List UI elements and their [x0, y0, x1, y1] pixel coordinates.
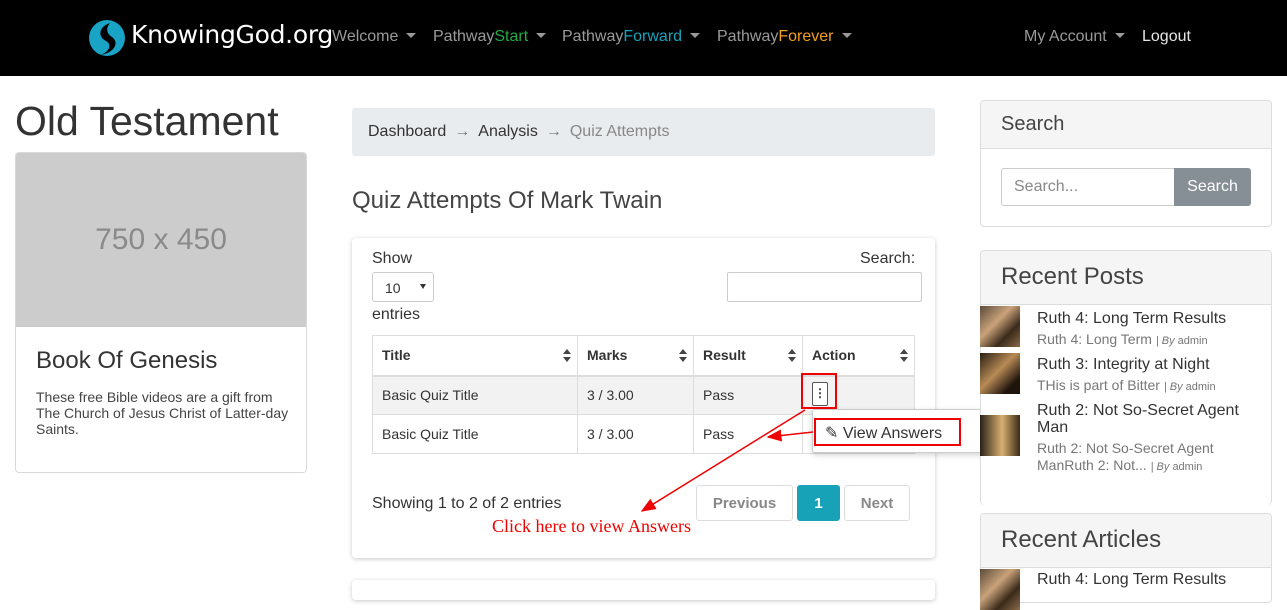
post-thumbnail[interactable] [980, 353, 1020, 394]
column-header-marks[interactable]: Marks [577, 335, 694, 377]
chevron-down-icon [841, 32, 852, 38]
post-meta: Ruth 2: Not So-Secret Agent [1037, 440, 1214, 456]
article-title[interactable]: Ruth 4: Long Term Results [1037, 571, 1226, 589]
quiz-attempts-panel: Show 10 entries Search: Title Marks Resu… [352, 238, 935, 558]
nav-welcome[interactable]: Welcome [332, 28, 417, 46]
logo-text[interactable]: KnowingGod.org [131, 20, 333, 49]
secondary-panel [352, 580, 935, 600]
breadcrumb-active: Quiz Attempts [569, 123, 670, 140]
post-meta: ManRuth 2: Not... | By admin [1037, 457, 1203, 473]
logo-icon[interactable] [88, 19, 126, 57]
post-title[interactable]: Ruth 4: Long Term Results [1037, 310, 1226, 328]
card-title[interactable]: Book Of Genesis [36, 347, 217, 375]
top-navbar: KnowingGod.org Welcome PathwayStart Path… [0, 0, 1287, 76]
sort-icon [563, 349, 571, 363]
nav-pathway-start[interactable]: PathwayStart [433, 28, 547, 46]
nav-my-account[interactable]: My Account [1024, 28, 1125, 46]
search-widget-title: Search [981, 101, 1271, 149]
chevron-down-icon [690, 32, 701, 38]
breadcrumb-dashboard[interactable]: Dashboard [368, 123, 446, 140]
column-header-action[interactable]: Action [802, 335, 915, 377]
section-title: Quiz Attempts Of Mark Twain [352, 187, 663, 214]
column-header-title[interactable]: Title [372, 335, 578, 377]
search-widget: Search [980, 100, 1272, 227]
column-header-result[interactable]: Result [693, 335, 803, 377]
post-meta: Ruth 4: Long Term | By admin [1037, 331, 1208, 347]
cell-result: Pass [693, 414, 803, 454]
image-placeholder: 750 x 450 [16, 153, 306, 327]
sort-icon [788, 349, 796, 363]
article-thumbnail[interactable] [980, 569, 1020, 610]
highlight-box [801, 373, 837, 409]
post-thumbnail[interactable] [980, 415, 1020, 456]
recent-articles-widget: Recent Articles [980, 513, 1272, 603]
nav-pathway-forever[interactable]: PathwayForever [717, 28, 852, 46]
table-search-input[interactable] [727, 272, 922, 302]
view-answers-menu-item[interactable]: ✎ View Answers [814, 418, 961, 446]
cell-marks: 3 / 3.00 [577, 375, 694, 415]
nav-pathway-forward[interactable]: PathwayForward [562, 28, 701, 46]
post-title-continued[interactable]: Man [1037, 419, 1068, 437]
post-title[interactable]: Ruth 2: Not So-Secret Agent [1037, 402, 1239, 420]
next-button[interactable]: Next [844, 485, 910, 521]
cell-title: Basic Quiz Title [372, 414, 578, 454]
breadcrumb: Dashboard → Analysis → Quiz Attempts [352, 108, 935, 156]
page-1-button[interactable]: 1 [797, 485, 840, 521]
nav-logout[interactable]: Logout [1142, 28, 1191, 46]
breadcrumb-separator: → [454, 123, 471, 140]
cell-marks: 3 / 3.00 [577, 414, 694, 454]
show-label: Show [372, 250, 413, 267]
chevron-down-icon [536, 32, 547, 38]
chevron-down-icon [406, 32, 417, 38]
recent-articles-title: Recent Articles [981, 514, 1271, 568]
previous-button[interactable]: Previous [696, 485, 793, 521]
breadcrumb-separator: → [545, 123, 562, 140]
sidebar-search-input[interactable]: Search... [1001, 168, 1175, 206]
pencil-icon: ✎ [825, 425, 839, 442]
book-card: 750 x 450 Book Of Genesis These free Bib… [15, 152, 307, 473]
post-meta: THis is part of Bitter | By admin [1037, 377, 1216, 393]
post-title[interactable]: Ruth 3: Integrity at Night [1037, 356, 1210, 374]
post-thumbnail[interactable] [980, 306, 1020, 347]
annotation-text: Click here to view Answers [492, 516, 691, 536]
table-info: Showing 1 to 2 of 2 entries [372, 495, 562, 512]
search-label: Search: [860, 250, 916, 267]
cell-result: Pass [693, 375, 803, 415]
page-title: Old Testament [15, 98, 279, 144]
sort-icon [679, 349, 687, 363]
card-text: These free Bible videos are a gift from … [36, 389, 289, 437]
entries-select[interactable]: 10 [372, 272, 434, 302]
cell-title: Basic Quiz Title [372, 375, 578, 415]
entries-label: entries [372, 306, 421, 323]
breadcrumb-analysis[interactable]: Analysis [478, 123, 538, 140]
chevron-down-icon [1114, 32, 1125, 38]
sidebar-search-button[interactable]: Search [1174, 168, 1251, 206]
recent-posts-title: Recent Posts [981, 251, 1271, 305]
sort-icon [900, 349, 908, 363]
caret-down-icon [420, 284, 426, 289]
